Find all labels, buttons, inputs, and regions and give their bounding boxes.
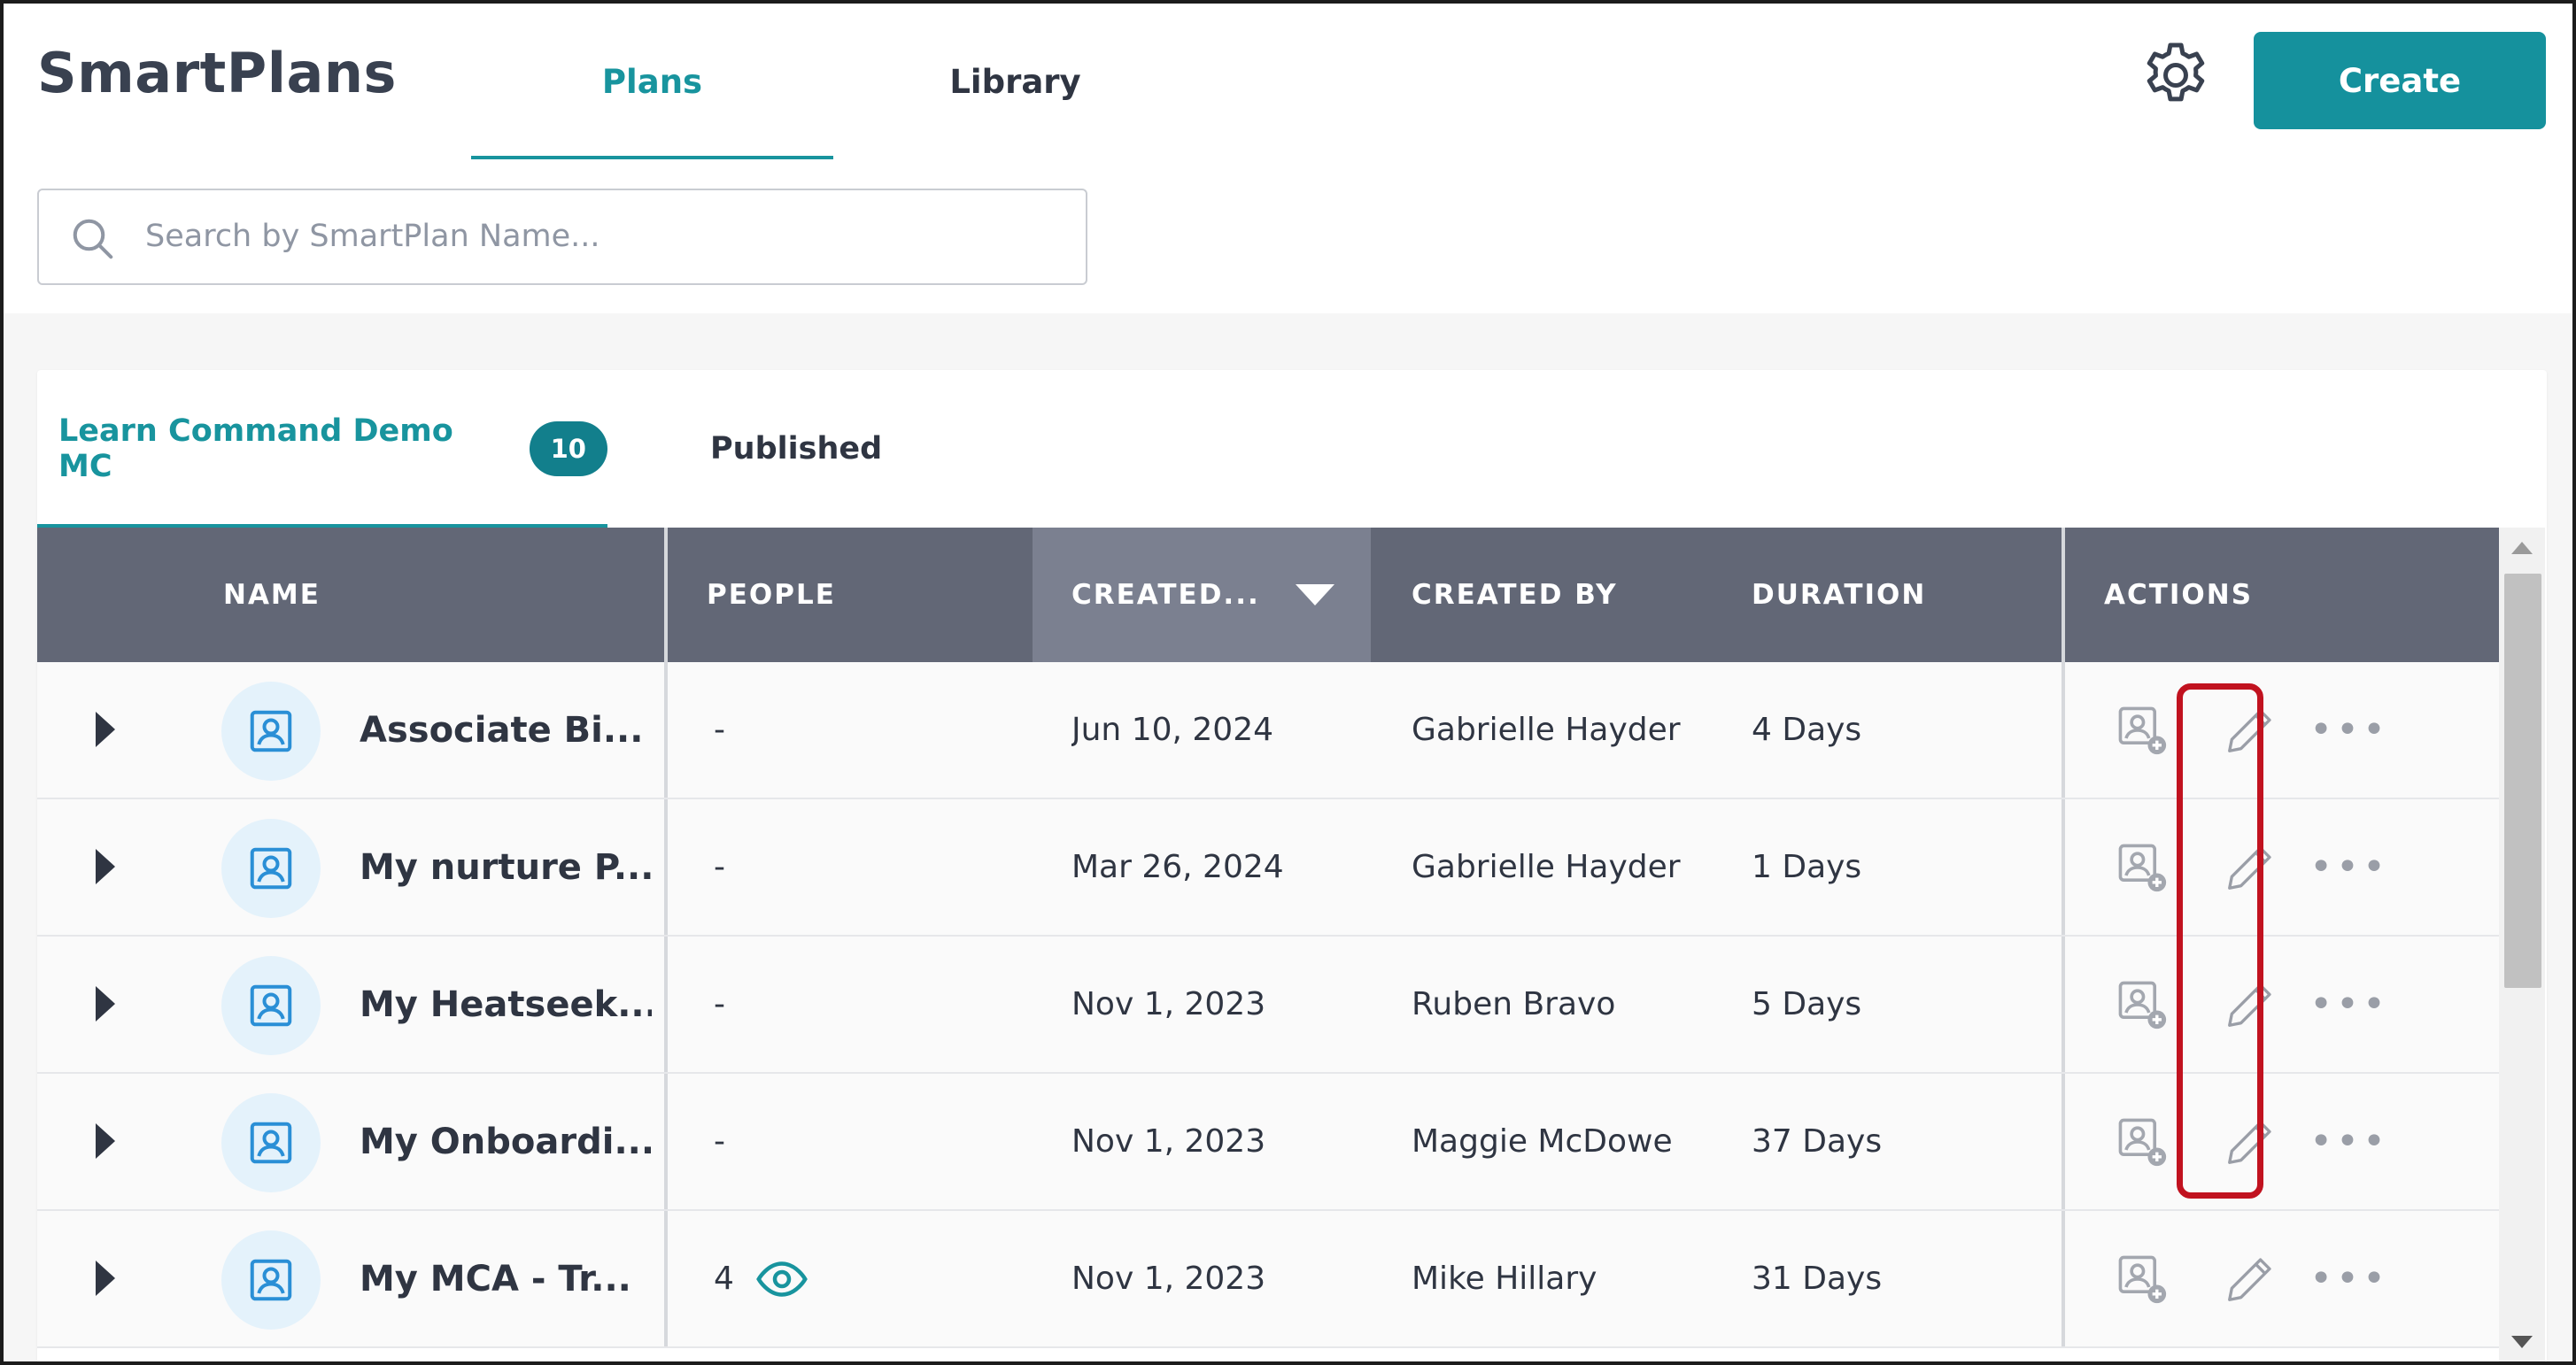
brand-title: SmartPlans: [37, 41, 397, 105]
plan-avatar-icon: [221, 1230, 321, 1330]
add-person-icon[interactable]: [2109, 698, 2175, 763]
pencil-edit-icon[interactable]: [2217, 1109, 2283, 1175]
eye-icon[interactable]: [755, 1253, 808, 1306]
plan-name[interactable]: My MCA - Tr...: [360, 1211, 652, 1346]
tab-label: Learn Command Demo MC: [58, 413, 453, 484]
duration: 31 Days: [1752, 1261, 1883, 1297]
column-header-created-label: CREATED...: [1071, 579, 1260, 611]
column-divider: [2062, 1074, 2065, 1209]
tab-learn-command-demo[interactable]: Learn Command Demo MC 10: [37, 370, 607, 528]
search-box: [37, 189, 1087, 285]
pencil-edit-icon[interactable]: [2217, 972, 2283, 1037]
people-count-value: 4: [714, 1261, 734, 1297]
duration: 1 Days: [1752, 849, 1862, 885]
table-row[interactable]: My MCA - Tr... 4 Nov 1, 2023 Mike Hillar…: [37, 1211, 2499, 1348]
tab-published[interactable]: Published: [710, 370, 882, 528]
create-button[interactable]: Create: [2254, 32, 2546, 129]
expand-caret-icon[interactable]: [96, 1123, 115, 1159]
duration: 37 Days: [1752, 1123, 1883, 1160]
search-input[interactable]: [145, 192, 1066, 281]
scroll-up-arrow-icon[interactable]: [2511, 542, 2533, 554]
sort-desc-icon: [1295, 584, 1334, 605]
column-divider: [2062, 937, 2065, 1072]
column-divider: [664, 662, 668, 798]
people-count: -: [714, 986, 725, 1022]
column-divider: [2062, 528, 2065, 662]
column-header-created-by[interactable]: CREATED BY: [1412, 528, 1618, 662]
column-header-name[interactable]: NAME: [223, 528, 321, 662]
column-divider: [2062, 1211, 2065, 1346]
count-badge: 10: [529, 421, 607, 476]
column-divider: [664, 799, 668, 935]
plan-avatar-icon: [221, 956, 321, 1055]
more-options-icon[interactable]: •••: [2309, 1246, 2386, 1312]
duration: 4 Days: [1752, 712, 1862, 748]
created-by: Maggie McDowe: [1412, 1123, 1673, 1160]
table-row[interactable]: My nurture P... - Mar 26, 2024 Gabrielle…: [37, 799, 2499, 937]
created-date: Nov 1, 2023: [1071, 986, 1266, 1022]
add-person-icon[interactable]: [2109, 1246, 2175, 1312]
column-divider: [664, 1074, 668, 1209]
column-divider: [664, 1211, 668, 1346]
more-options-icon[interactable]: •••: [2309, 972, 2386, 1037]
plans-card: Learn Command Demo MC 10 Published NAME …: [37, 370, 2547, 1361]
plan-name[interactable]: My Onboardi...: [360, 1074, 652, 1209]
created-by: Mike Hillary: [1412, 1261, 1597, 1297]
add-person-icon[interactable]: [2109, 1109, 2175, 1175]
add-person-icon[interactable]: [2109, 835, 2175, 900]
pencil-edit-icon[interactable]: [2217, 1246, 2283, 1312]
table-row[interactable]: Associate Bi... - Jun 10, 2024 Gabrielle…: [37, 662, 2499, 799]
pencil-edit-icon[interactable]: [2217, 698, 2283, 763]
plan-name[interactable]: My Heatseek...: [360, 937, 652, 1072]
column-header-created[interactable]: CREATED...: [1033, 528, 1371, 662]
tab-plans[interactable]: Plans: [471, 4, 833, 159]
expand-caret-icon[interactable]: [96, 849, 115, 884]
column-divider: [2062, 799, 2065, 935]
people-count: -: [714, 712, 725, 748]
column-header-actions: ACTIONS: [2104, 579, 2254, 611]
more-options-icon[interactable]: •••: [2309, 835, 2386, 900]
created-date: Nov 1, 2023: [1071, 1123, 1266, 1160]
people-count: -: [714, 1123, 725, 1160]
add-person-icon[interactable]: [2109, 972, 2175, 1037]
search-icon: [73, 219, 113, 259]
created-by: Gabrielle Hayder: [1412, 849, 1681, 885]
duration: 5 Days: [1752, 986, 1862, 1022]
created-by: Ruben Bravo: [1412, 986, 1616, 1022]
column-header-people[interactable]: PEOPLE: [707, 528, 836, 662]
app-window: SmartPlans Plans Library Create Learn Co…: [0, 0, 2576, 1365]
created-date: Jun 10, 2024: [1071, 712, 1274, 748]
created-date: Nov 1, 2023: [1071, 1261, 1266, 1297]
plan-avatar-icon: [221, 1093, 321, 1192]
column-divider: [2062, 662, 2065, 798]
expand-caret-icon[interactable]: [96, 986, 115, 1022]
expand-caret-icon[interactable]: [96, 712, 115, 747]
tab-library[interactable]: Library: [889, 4, 1141, 159]
column-header-duration[interactable]: DURATION: [1752, 528, 1926, 662]
created-by: Gabrielle Hayder: [1412, 712, 1681, 748]
plan-avatar-icon: [221, 682, 321, 781]
people-count: -: [714, 849, 725, 885]
plan-name[interactable]: Associate Bi...: [360, 662, 652, 798]
created-date: Mar 26, 2024: [1071, 849, 1284, 885]
more-options-icon[interactable]: •••: [2309, 698, 2386, 763]
scroll-down-arrow-icon[interactable]: [2511, 1336, 2533, 1348]
more-options-icon[interactable]: •••: [2309, 1109, 2386, 1175]
column-divider: [664, 937, 668, 1072]
expand-caret-icon[interactable]: [96, 1261, 115, 1296]
column-divider: [664, 528, 668, 662]
pencil-edit-icon[interactable]: [2217, 835, 2283, 900]
gear-icon[interactable]: [2138, 37, 2214, 113]
table-header: NAME PEOPLE CREATED... CREATED BY DURATI…: [37, 528, 2499, 662]
table-row[interactable]: My Onboardi... - Nov 1, 2023 Maggie McDo…: [37, 1074, 2499, 1211]
plan-name[interactable]: My nurture P...: [360, 799, 652, 935]
people-count: 4: [714, 1211, 808, 1346]
plan-avatar-icon: [221, 819, 321, 918]
scrollbar-thumb[interactable]: [2504, 574, 2541, 988]
table-row[interactable]: My Heatseek... - Nov 1, 2023 Ruben Bravo…: [37, 937, 2499, 1074]
top-header: SmartPlans Plans Library Create: [4, 4, 2572, 313]
